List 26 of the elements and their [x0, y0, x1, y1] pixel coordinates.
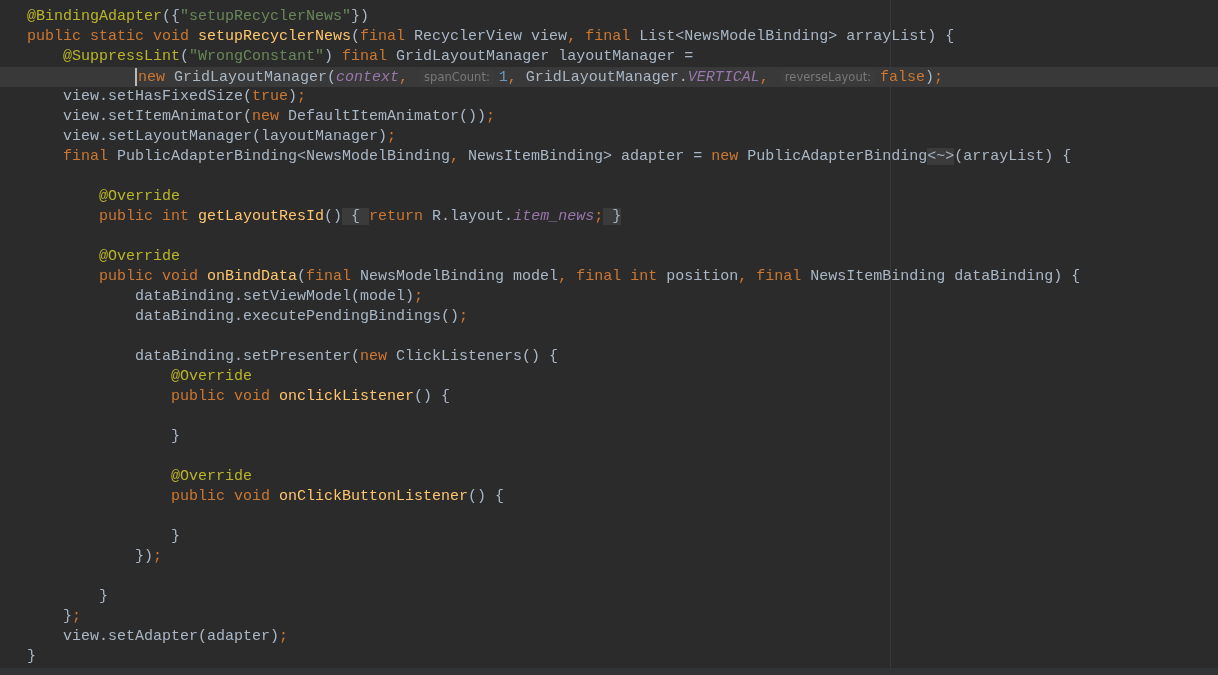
- code-line: @Override: [98, 187, 182, 207]
- code-line: public void onClickButtonListener() {: [170, 487, 506, 507]
- code-line: view.setItemAnimator(new DefaultItemAnimator());: [62, 107, 497, 127]
- code-line: dataBinding.setPresenter(new ClickListeners() {: [134, 347, 560, 367]
- code-line: }: [26, 647, 37, 667]
- code-line: });: [134, 547, 164, 567]
- code-line: }: [170, 527, 182, 547]
- code-line: };: [62, 607, 83, 627]
- code-line: dataBinding.setViewModel(model);: [134, 287, 425, 307]
- code-line: view.setHasFixedSize(true);: [62, 87, 308, 107]
- code-line: public void onBindData(final NewsModelBinding model, final int position, final NewsItemBinding dataBinding) {: [98, 267, 1082, 287]
- code-line: }: [170, 427, 182, 447]
- text-cursor: [135, 68, 138, 87]
- code-line: final PublicAdapterBinding<NewsModelBinding, NewsItemBinding> adapter = new PublicAdapterBinding<~>(arrayList) {: [62, 147, 1073, 167]
- code-line: dataBinding.executePendingBindings();: [134, 307, 470, 327]
- code-line: view.setLayoutManager(layoutManager);: [62, 127, 398, 147]
- code-line: @BindingAdapter({"setupRecyclerNews"}): [26, 7, 371, 27]
- code-line: }: [98, 587, 109, 607]
- code-line: @SuppressLint("WrongConstant") final GridLayoutManager layoutManager =: [62, 47, 695, 67]
- code-line: public static void setupRecyclerNews(final RecyclerView view, final List<NewsModelBinding> arrayList) {: [26, 27, 956, 47]
- code-line: public void onclickListener() {: [170, 387, 452, 407]
- code-line: view.setAdapter(adapter);: [62, 627, 290, 647]
- code-line: @Override: [98, 247, 182, 267]
- code-line: public int getLayoutResId() { return R.layout.item_news; }: [98, 207, 623, 227]
- code-line: @Override: [170, 367, 254, 387]
- code-line: @Override: [170, 467, 254, 487]
